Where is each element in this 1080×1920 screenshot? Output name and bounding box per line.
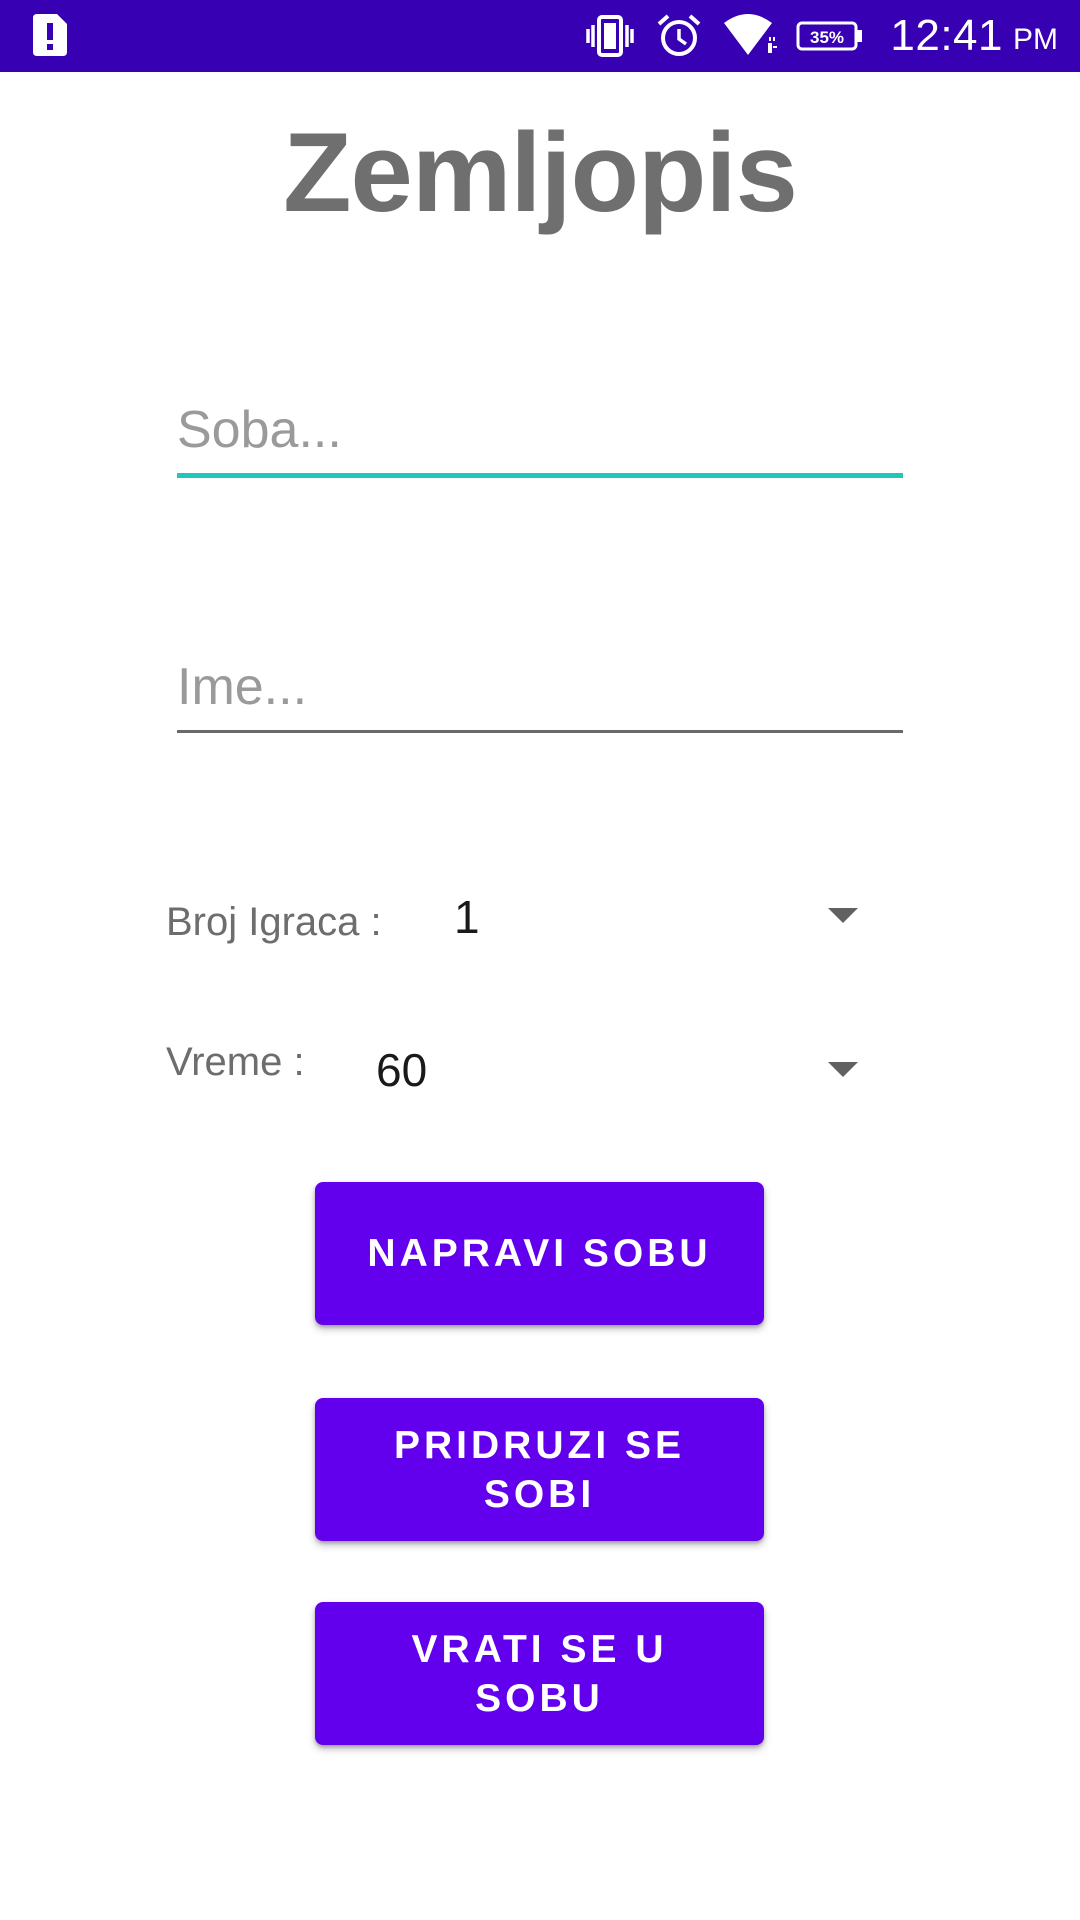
return-to-room-button[interactable]: VRATI SE U SOBU [315,1602,764,1745]
join-room-button[interactable]: PRIDRUZI SE SOBI [315,1398,764,1541]
status-icons: 35% 12:41 PM [586,0,1058,72]
name-field[interactable] [177,650,903,733]
status-bar: 35% 12:41 PM [0,0,1080,72]
time-selected-value: 60 [376,1044,428,1096]
time-spinner[interactable]: 60 [376,1043,876,1123]
create-room-button[interactable]: NAPRAVI SOBU [315,1182,764,1325]
room-input[interactable] [177,393,903,473]
players-label: Broj Igraca : [166,900,382,944]
battery-icon: 35% [796,21,864,51]
name-field-underline [177,730,903,733]
players-dropdown-arrow-icon [828,908,858,923]
battery-level-text: 35% [810,28,844,47]
clock-time: 12:41 [890,11,1003,60]
time-dropdown-arrow-icon [828,1062,858,1077]
room-field[interactable] [177,393,903,478]
players-selected-value: 1 [454,891,480,943]
clock-ampm: PM [1013,23,1058,56]
name-input[interactable] [177,650,903,730]
time-label: Vreme : [166,1040,305,1084]
wifi-icon [722,13,778,59]
room-field-underline [177,473,903,478]
app-title: Zemljopis [283,110,798,235]
alarm-icon [656,13,702,59]
vibrate-icon [586,13,635,59]
players-spinner[interactable]: 1 [454,890,874,970]
screen: 35% 12:41 PM Zemljopis Broj Igraca : 1 V… [0,0,1080,1920]
alert-sim-icon [33,14,67,56]
